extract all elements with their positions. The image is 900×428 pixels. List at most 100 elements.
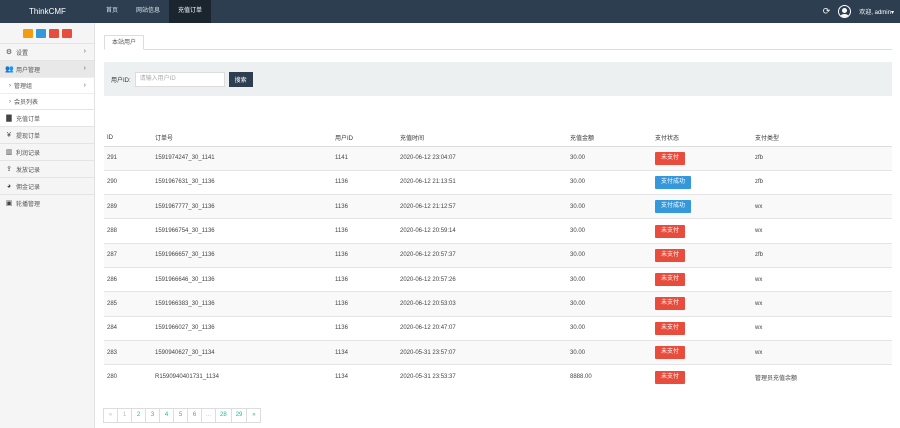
page-link[interactable]: 1 — [117, 408, 132, 423]
prev-page-button[interactable]: « — [103, 408, 118, 423]
page-link[interactable]: 28 — [215, 408, 232, 423]
table-cell: 30.00 — [567, 339, 652, 365]
brand-logo[interactable]: ThinkCMF — [0, 0, 95, 23]
power-icon[interactable] — [61, 28, 72, 38]
status-badge: 未支付 — [655, 224, 686, 238]
bullet-icon: › — [9, 82, 11, 89]
table-cell: wx — [752, 339, 892, 365]
table-cell: 未支付 — [652, 315, 752, 341]
avatar[interactable] — [838, 5, 852, 18]
page-link[interactable]: 5 — [173, 408, 188, 423]
table-row: 289 1591967777_30_1136 1136 2020-06-12 21:1… — [104, 194, 892, 219]
page-link[interactable]: ... — [201, 408, 217, 423]
next-page-button[interactable]: » — [246, 408, 262, 423]
upload-icon: ⇪ — [6, 166, 12, 173]
table-cell: 289 — [104, 194, 152, 219]
table-cell: 286 — [104, 266, 152, 292]
tab-site-users[interactable]: 本站用户 — [104, 35, 145, 50]
page-link[interactable]: 29 — [230, 408, 248, 423]
table-cell: 1136 — [332, 194, 397, 219]
table-cell: 支付成功 — [652, 194, 752, 219]
status-badge: 未支付 — [655, 248, 686, 262]
table-cell: 1591966657_30_1136 — [152, 242, 332, 268]
sidebar-item[interactable]: 👥 用户管理 › — [0, 60, 94, 77]
table-row: 280 R1590940401731_1134 1134 2020-05-31 23:… — [104, 364, 892, 389]
status-badge: 未支付 — [655, 321, 686, 335]
sidebar: ⚙ 设置 › 👥 用户管理 › › 管理组 › › 会员列表 ▇ 充值订单 ¥ 提现订单 ▥ 利润记录 ⇪ 发放记录… — [0, 23, 95, 428]
chart-icon: ▇ — [6, 115, 12, 122]
quick-buttons — [0, 23, 94, 43]
table-cell: zfb — [752, 169, 892, 195]
sidebar-item-label: 发放记录 — [16, 167, 41, 174]
table-cell: 30.00 — [567, 169, 652, 195]
table-cell: 2020-06-12 20:57:37 — [397, 242, 567, 268]
search-button[interactable]: 搜索 — [228, 71, 253, 87]
top-nav: 首页 网站信息 充值订单 — [97, 0, 212, 23]
status-badge: 未支付 — [655, 370, 686, 384]
table-cell: 2020-06-12 20:47:07 — [397, 315, 567, 341]
sidebar-item[interactable]: ▥ 利润记录 — [0, 143, 94, 160]
table-cell: 1591966646_30_1136 — [152, 266, 332, 292]
sidebar-item[interactable]: ⇪ 发放记录 — [0, 160, 94, 177]
file-icon[interactable] — [35, 28, 46, 38]
status-badge: 支付成功 — [655, 175, 692, 189]
table-cell: 未支付 — [652, 242, 752, 268]
sidebar-item[interactable]: ▣ 轮播管理 — [0, 194, 94, 211]
page-link[interactable]: 2 — [131, 408, 146, 423]
table-cell: wx — [752, 315, 892, 341]
table-cell: 未支付 — [652, 364, 752, 389]
pie-icon: ◕ — [6, 182, 12, 190]
table-cell: 1136 — [332, 169, 397, 195]
sidebar-item[interactable]: ▇ 充值订单 — [0, 109, 94, 126]
table-cell: 1136 — [332, 218, 397, 244]
sidebar-item[interactable]: ◕ 佣金记录 — [0, 177, 94, 194]
sidebar-item-label: 佣金记录 — [16, 184, 41, 191]
sidebar-item[interactable]: ⚙ 设置 › — [0, 43, 94, 60]
table-cell: 2020-06-12 21:13:51 — [397, 169, 567, 195]
refresh-icon[interactable]: ⟳ — [823, 6, 831, 17]
page-link[interactable]: 4 — [159, 408, 174, 423]
table-cell: 2020-06-12 21:12:57 — [397, 194, 567, 219]
sidebar-item[interactable]: ¥ 提现订单 — [0, 126, 94, 143]
home-icon[interactable] — [22, 28, 33, 38]
chevron-right-icon: › — [83, 48, 86, 55]
top-nav-item[interactable]: 首页 — [97, 0, 127, 23]
table-cell: 280 — [104, 364, 152, 389]
table-cell: 未支付 — [652, 291, 752, 317]
table-cell: 1136 — [332, 266, 397, 292]
table-cell: 30.00 — [567, 242, 652, 268]
table-cell: 8888.00 — [567, 364, 652, 389]
table-cell: wx — [752, 218, 892, 244]
sidebar-item-label: 用户管理 — [16, 67, 41, 74]
top-navbar: ThinkCMF 首页 网站信息 充值订单 ⟳ 欢迎, admin▾ — [0, 0, 900, 23]
sidebar-subitem[interactable]: › 会员列表 — [0, 93, 94, 109]
table-cell: 1141 — [332, 145, 397, 171]
table-cell: 1591966027_30_1136 — [152, 315, 332, 341]
table-row: 287 1591966657_30_1136 1136 2020-06-12 20:5… — [104, 242, 892, 268]
table-cell: 1591967631_30_1136 — [152, 169, 332, 195]
table-cell: 287 — [104, 242, 152, 268]
table-cell: 1591974247_30_1141 — [152, 145, 332, 171]
user-menu[interactable]: 欢迎, admin▾ — [859, 7, 894, 16]
table-cell: 284 — [104, 315, 152, 341]
table-cell: 2020-06-12 20:59:14 — [397, 218, 567, 244]
page-link[interactable]: 6 — [187, 408, 202, 423]
pagination: «1 2 3 4 5 6... 28 29» — [103, 408, 262, 423]
table-cell: 2020-06-12 20:57:26 — [397, 266, 567, 292]
trash-icon[interactable] — [48, 28, 59, 38]
page-link[interactable]: 3 — [145, 408, 160, 423]
sidebar-subitem[interactable]: › 管理组 › — [0, 77, 94, 93]
sidebar-item-label: 提现订单 — [16, 133, 41, 140]
table-cell: 30.00 — [567, 315, 652, 341]
status-badge: 未支付 — [655, 297, 686, 311]
user-id-input[interactable] — [134, 71, 225, 87]
table-cell: 283 — [104, 339, 152, 365]
status-badge: 未支付 — [655, 273, 686, 287]
table-cell: 30.00 — [567, 218, 652, 244]
bullet-icon: › — [9, 98, 11, 105]
table-cell: 1134 — [332, 364, 397, 389]
table-row: 285 1591966383_30_1136 1136 2020-06-12 20:5… — [104, 291, 892, 317]
top-nav-item[interactable]: 网站信息 — [127, 0, 169, 23]
top-nav-item[interactable]: 充值订单 — [169, 0, 212, 23]
table-cell: 30.00 — [567, 194, 652, 219]
